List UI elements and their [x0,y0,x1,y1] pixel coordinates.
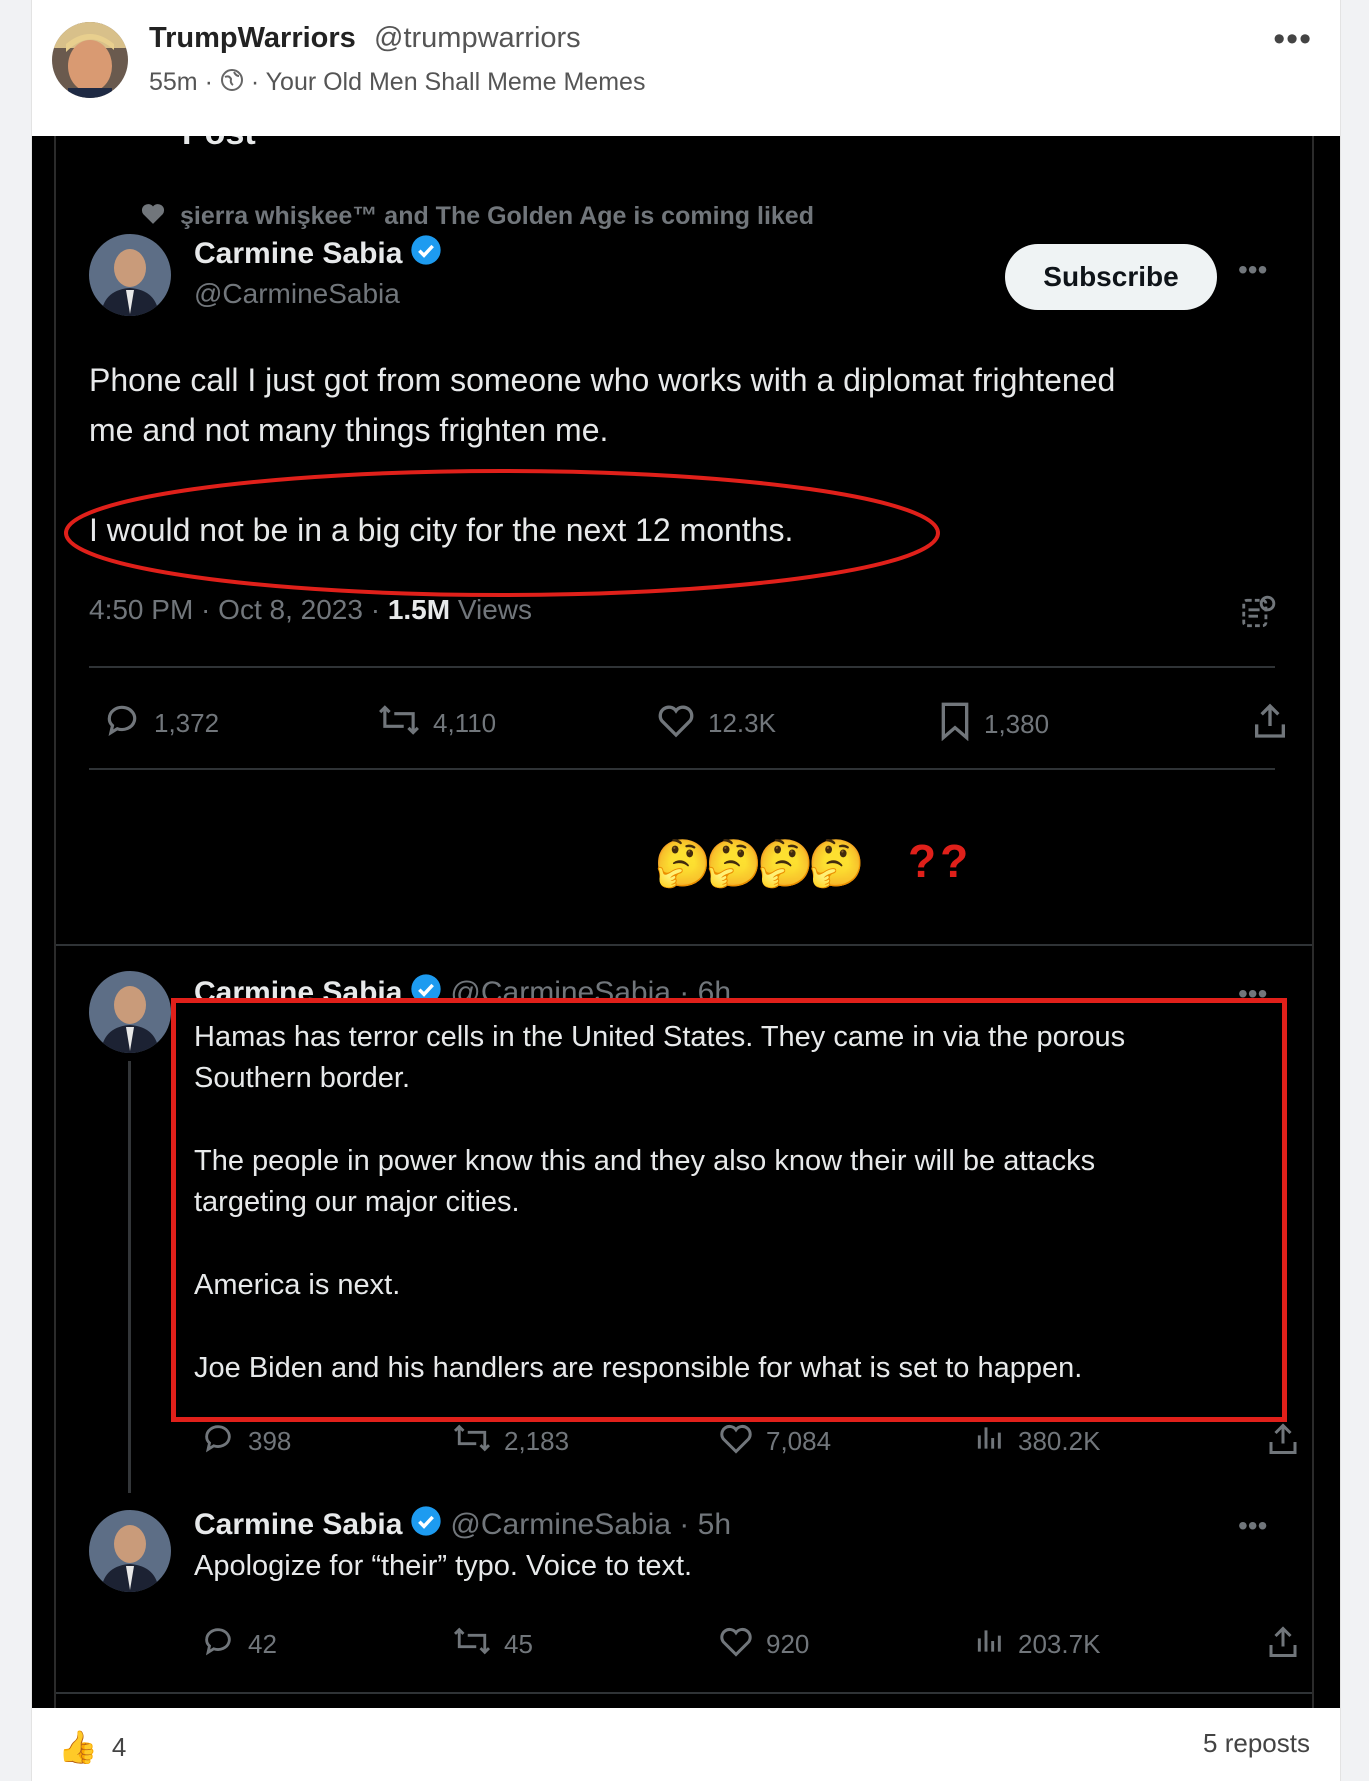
thread-tweet-1-p2b: targeting our major cities. [194,1186,520,1218]
thread-tweet-2-header: Carmine Sabia @CarmineSabia · 5h [194,1505,731,1545]
repost-count: 2,183 [504,1426,570,1456]
share-icon[interactable] [1265,1421,1301,1462]
tweet-avatar[interactable] [89,234,171,316]
thread-line [128,1061,131,1493]
tweet-text-line-1: Phone call I just got from someone who w… [89,362,1116,398]
reply-count: 42 [248,1629,277,1659]
like-count: 12.3K [708,708,776,738]
views-label: Views [450,594,533,625]
post-header: TrumpWarriors @trumpwarriors 55m · · You… [32,0,1340,136]
embedded-screenshot: Post şierra whişkee™ and The Golden Age … [32,136,1340,1708]
bookmark-count: 1,380 [984,709,1050,739]
repost-icon [452,1624,492,1665]
thread-tweet-1-p3: America is next. [194,1269,401,1301]
subscribe-button[interactable]: Subscribe [1005,244,1217,310]
meta-separator: · [204,68,213,97]
views-stat[interactable]: 380.2K [974,1421,1100,1462]
repost-count: 4,110 [433,708,497,738]
reply-count: 398 [248,1426,292,1456]
repost-stat[interactable]: 2,183 [452,1421,569,1462]
share-icon[interactable] [1265,1624,1301,1665]
tweet-author-name-text: Carmine Sabia [194,237,403,270]
divider [89,666,1275,668]
reaction-summary[interactable]: 👍 4 [58,1728,126,1766]
reply-icon [200,1624,236,1665]
repost-icon [452,1421,492,1462]
like-count: 7,084 [766,1426,832,1456]
thinking-emoji-row: 🤔🤔🤔🤔 [654,837,865,889]
liked-by-text: şierra whişkee™ and The Golden Age is co… [180,202,814,230]
timestamp-text: 4:50 PM · Oct 8, 2023 · [89,594,388,625]
thread-avatar-1[interactable] [89,971,171,1053]
share-icon[interactable] [1250,701,1290,746]
author-name[interactable]: TrumpWarriors [149,22,356,55]
views-count: 203.7K [1018,1629,1101,1659]
thread-tweet-2-more-icon[interactable]: ••• [1238,1510,1267,1542]
question-marks: ?? [908,835,973,887]
thread-tweet-2-text: Apologize for “their” typo. Voice to tex… [194,1550,693,1582]
bookmark-stat[interactable]: 1,380 [938,701,1049,748]
liked-by: şierra whişkee™ and The Golden Age is co… [140,201,814,232]
views-count: 380.2K [1018,1426,1101,1456]
thread-tweet-1-p1a: Hamas has terror cells in the United Sta… [194,1021,1126,1053]
views-stat[interactable]: 203.7K [974,1624,1100,1665]
author-handle[interactable]: @trumpwarriors [374,22,581,55]
post-footer: 👍 4 5 reposts [32,1708,1340,1781]
group-name[interactable]: Your Old Men Shall Meme Memes [266,68,646,96]
analytics-icon [974,1624,1006,1665]
tweet-text-line-2: me and not many things frighten me. [89,412,609,448]
thread-tweet-1-p4: Joe Biden and his handlers are responsib… [194,1352,1083,1384]
thumbs-up-icon: 👍 [58,1729,98,1765]
views-count: 1.5M [387,594,451,625]
like-stat[interactable]: 12.3K [656,701,776,746]
thread-tweet-2-name[interactable]: Carmine Sabia [194,1508,402,1542]
tweet-author-handle[interactable]: @CarmineSabia [194,278,400,310]
verified-badge-icon [410,234,442,274]
reply-stat[interactable]: 42 [200,1624,277,1665]
tweet-author-name[interactable]: Carmine Sabia [194,234,442,274]
verified-badge-icon [410,1505,442,1545]
author-avatar[interactable] [52,22,128,98]
reply-count: 1,372 [154,708,220,738]
divider [56,1692,1312,1694]
thread-avatar-2[interactable] [89,1510,171,1592]
repost-stat[interactable]: 45 [452,1624,533,1665]
thread-tweet-1-p1b: Southern border. [194,1062,411,1094]
thread-tweet-1-p2a: The people in power know this and they a… [194,1145,1096,1177]
like-stat[interactable]: 920 [718,1624,809,1665]
bookmark-icon [938,701,972,748]
post-time[interactable]: 55m [149,68,198,96]
thread-tweet-2-handle[interactable]: @CarmineSabia · 5h [450,1508,731,1542]
heart-outline-icon [718,1421,754,1462]
like-stat[interactable]: 7,084 [718,1421,831,1462]
repost-stat[interactable]: 4,110 [377,701,496,746]
repost-count: 45 [504,1629,533,1659]
divider [89,768,1275,770]
more-horizontal-icon[interactable]: ••• [1273,20,1312,59]
divider [56,944,1312,946]
reaction-count: 4 [111,1731,127,1762]
repost-icon [377,701,421,746]
tweet-timestamp: 4:50 PM · Oct 8, 2023 · 1.5M Views [89,594,532,626]
post-card: TrumpWarriors @trumpwarriors 55m · · You… [31,0,1341,1781]
heart-icon [140,201,166,232]
reply-stat[interactable]: 1,372 [102,701,219,746]
meta-separator: · [250,68,260,97]
reply-stat[interactable]: 398 [200,1421,291,1462]
like-count: 920 [766,1629,810,1659]
reply-icon [200,1421,236,1462]
grok-icon[interactable] [1239,594,1277,637]
globe-icon [220,68,244,99]
post-meta: 55m · · Your Old Men Shall Meme Memes [149,68,645,99]
tweet-more-icon[interactable]: ••• [1238,254,1267,286]
heart-outline-icon [718,1624,754,1665]
repost-summary[interactable]: 5 reposts [1203,1728,1310,1759]
heart-outline-icon [656,701,696,746]
analytics-icon [974,1421,1006,1462]
top-title: Post [182,136,256,153]
reply-icon [102,701,142,746]
